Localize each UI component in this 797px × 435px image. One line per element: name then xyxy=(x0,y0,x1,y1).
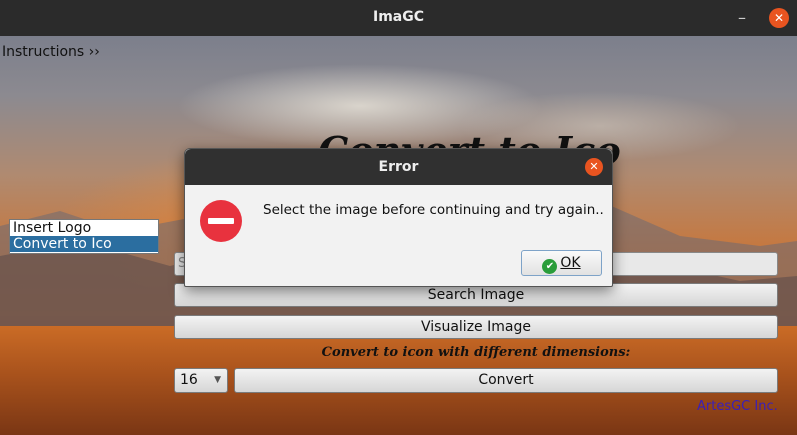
minimize-icon[interactable]: – xyxy=(738,8,752,27)
error-icon xyxy=(200,200,242,242)
dialog-close-icon[interactable]: ✕ xyxy=(585,158,603,176)
window-titlebar: ImaGC – ✕ xyxy=(0,0,797,36)
instructions-menu[interactable]: Instructions ›› xyxy=(2,44,100,60)
list-item-insert-logo[interactable]: Insert Logo xyxy=(10,220,158,236)
list-item-convert-to-ico[interactable]: Convert to Ico xyxy=(10,236,158,252)
ok-button[interactable]: ✔ OK xyxy=(521,250,602,276)
tool-list: Insert Logo Convert to Ico xyxy=(9,219,159,254)
dimensions-label: Convert to icon with different dimension… xyxy=(321,345,631,360)
window-close-icon[interactable]: ✕ xyxy=(769,8,789,28)
icon-size-select[interactable]: 16 ▼ xyxy=(174,368,228,393)
icon-size-value: 16 xyxy=(180,372,198,388)
convert-button[interactable]: Convert xyxy=(234,368,778,393)
window-title: ImaGC xyxy=(372,9,424,25)
error-dialog: Error ✕ Select the image before continui… xyxy=(184,148,613,287)
dialog-message: Select the image before continuing and t… xyxy=(263,202,604,218)
check-icon: ✔ xyxy=(542,259,558,274)
visualize-image-button[interactable]: Visualize Image xyxy=(174,315,778,339)
dialog-title: Error xyxy=(378,159,419,175)
ok-label: OK xyxy=(560,255,581,271)
dialog-titlebar: Error ✕ xyxy=(185,149,612,185)
chevron-down-icon: ▼ xyxy=(214,375,221,385)
footer-credit: ArtesGC Inc. xyxy=(697,399,778,414)
